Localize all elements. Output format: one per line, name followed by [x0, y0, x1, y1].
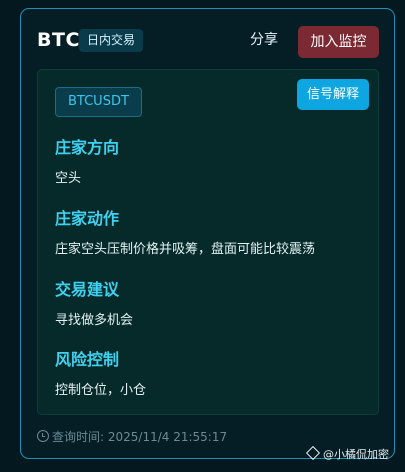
- section-title-dealer-direction: 庄家方向: [55, 138, 120, 157]
- signal-explain-button[interactable]: 信号解释: [297, 79, 369, 110]
- diamond-logo-icon: [305, 445, 321, 461]
- symbol-chip: BTCUSDT: [55, 87, 142, 117]
- signal-card: BTC 日内交易 分享 加入监控 BTCUSDT 信号解释 庄家方向 空头 庄家…: [20, 8, 395, 459]
- analysis-panel: BTCUSDT 信号解释 庄家方向 空头 庄家动作 庄家空头压制价格并吸筹，盘面…: [37, 69, 379, 415]
- section-title-risk-control: 风险控制: [55, 350, 120, 369]
- trade-mode-badge: 日内交易: [79, 29, 144, 52]
- section-text-trade-advice: 寻找做多机会: [55, 313, 134, 328]
- section-text-dealer-action: 庄家空头压制价格并吸筹，盘面可能比较震荡: [55, 242, 316, 257]
- section-title-dealer-action: 庄家动作: [55, 209, 120, 228]
- card-header: BTC 日内交易 分享 加入监控: [21, 9, 394, 69]
- screen: BTC 日内交易 分享 加入监控 BTCUSDT 信号解释 庄家方向 空头 庄家…: [0, 0, 405, 472]
- watermark-text: @小橘侃加密: [323, 448, 389, 461]
- section-text-dealer-direction: 空头: [55, 171, 82, 186]
- clock-icon: [37, 430, 49, 442]
- section-title-trade-advice: 交易建议: [55, 280, 120, 299]
- share-button[interactable]: 分享: [240, 26, 288, 54]
- section-text-risk-control: 控制仓位，小仓: [55, 383, 147, 398]
- watermark: @小橘侃加密: [305, 445, 389, 463]
- query-time: 查询时间: 2025/11/4 21:55:17: [37, 429, 227, 445]
- query-time-text: 查询时间: 2025/11/4 21:55:17: [52, 430, 228, 444]
- add-monitor-button[interactable]: 加入监控: [298, 26, 379, 58]
- coin-symbol: BTC: [37, 29, 80, 51]
